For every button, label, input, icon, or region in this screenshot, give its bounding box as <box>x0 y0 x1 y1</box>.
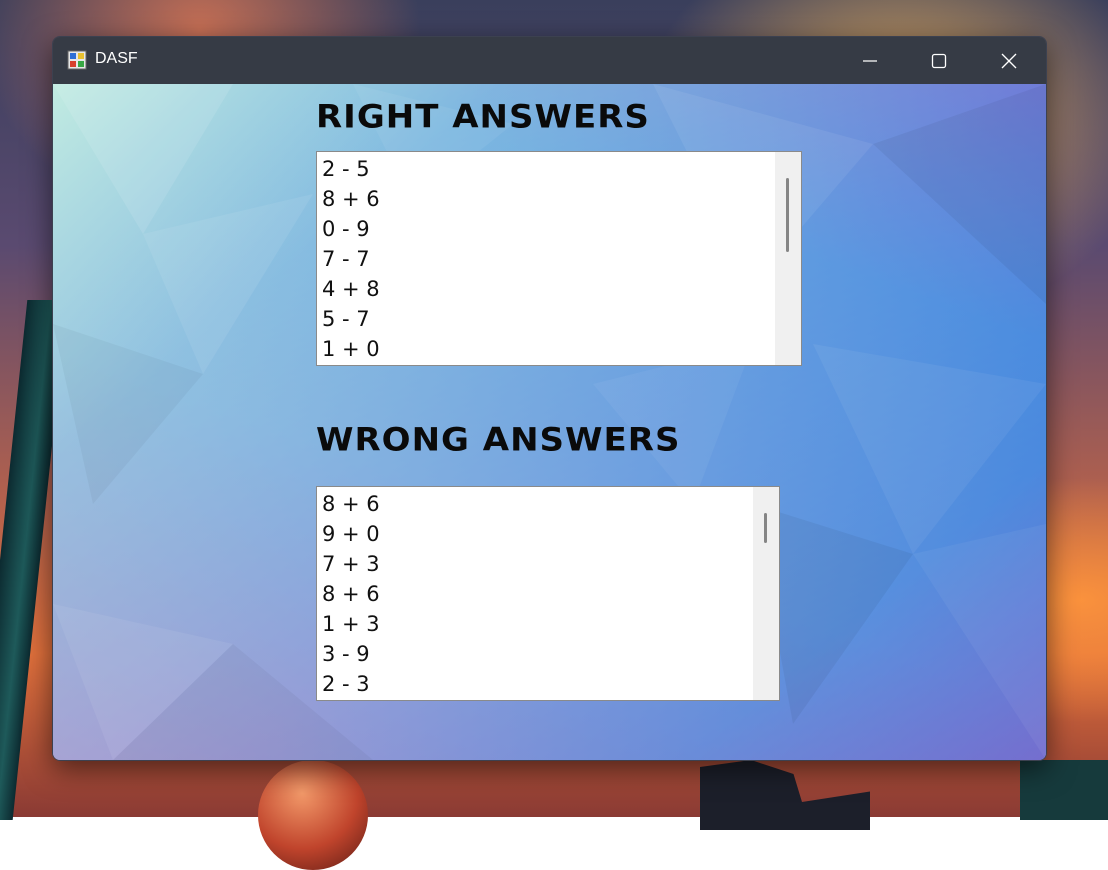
wrong-answers-listbox[interactable]: 8 + 6 9 + 0 7 + 3 8 + 6 1 + 3 3 - 9 2 - … <box>316 486 780 701</box>
list-item[interactable]: 8 + 6 <box>322 579 380 609</box>
maximize-button[interactable] <box>904 37 974 84</box>
list-item[interactable]: 9 + 0 <box>322 519 380 549</box>
close-button[interactable] <box>974 37 1044 84</box>
close-icon <box>1001 53 1017 68</box>
app-window: DASF RIGHT ANSWERS 2 - 5 8 + 6 0 - 9 7 -… <box>52 36 1047 761</box>
client-area: RIGHT ANSWERS 2 - 5 8 + 6 0 - 9 7 - 7 4 … <box>53 84 1046 760</box>
list-item[interactable]: 1 + 3 <box>322 609 380 639</box>
right-answers-scrollbar[interactable] <box>775 152 801 365</box>
app-icon[interactable] <box>67 50 87 70</box>
list-item[interactable]: 2 - 5 <box>322 154 380 184</box>
right-answers-listbox[interactable]: 2 - 5 8 + 6 0 - 9 7 - 7 4 + 8 5 - 7 1 + … <box>316 151 802 366</box>
list-item[interactable]: 5 - 7 <box>322 304 380 334</box>
list-item[interactable]: 3 - 9 <box>322 639 380 669</box>
list-item[interactable]: 4 + 8 <box>322 274 380 304</box>
title-bar[interactable]: DASF <box>53 37 1046 84</box>
wrong-answers-list: 8 + 6 9 + 0 7 + 3 8 + 6 1 + 3 3 - 9 2 - … <box>322 489 380 699</box>
list-item[interactable]: 1 + 0 <box>322 334 380 364</box>
list-item[interactable]: 8 + 6 <box>322 184 380 214</box>
wrong-answers-scrollbar[interactable] <box>753 487 779 700</box>
list-item[interactable]: 0 - 9 <box>322 214 380 244</box>
wallpaper-house <box>1020 760 1108 820</box>
minimize-button[interactable] <box>835 37 905 84</box>
wrong-answers-heading: WRONG ANSWERS <box>316 421 681 459</box>
right-answers-list: 2 - 5 8 + 6 0 - 9 7 - 7 4 + 8 5 - 7 1 + … <box>322 154 380 364</box>
window-title: DASF <box>95 50 138 67</box>
wallpaper-silhouette <box>700 760 870 830</box>
wrong-answers-scroll-thumb[interactable] <box>764 513 767 543</box>
list-item[interactable]: 8 + 6 <box>322 489 380 519</box>
minimize-icon <box>863 59 877 62</box>
list-item[interactable]: 7 + 3 <box>322 549 380 579</box>
list-item[interactable]: 2 - 3 <box>322 669 380 699</box>
wallpaper-ball <box>258 760 368 870</box>
list-item[interactable]: 7 - 7 <box>322 244 380 274</box>
right-answers-heading: RIGHT ANSWERS <box>316 98 650 136</box>
maximize-icon <box>931 53 947 68</box>
right-answers-scroll-thumb[interactable] <box>786 178 789 252</box>
